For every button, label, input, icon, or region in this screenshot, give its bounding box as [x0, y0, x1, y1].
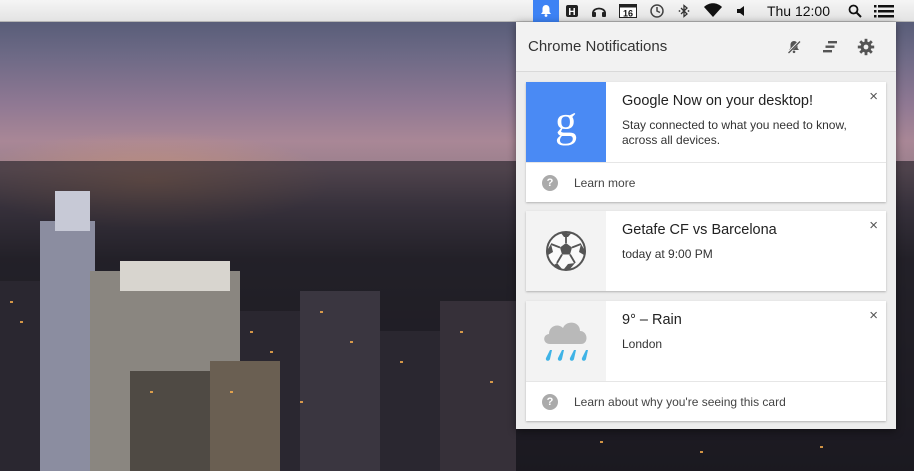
help-icon: ? [542, 393, 558, 410]
volume-icon[interactable] [729, 0, 755, 22]
panel-title: Chrome Notifications [528, 38, 668, 55]
learn-more-link[interactable]: Learn more [574, 176, 635, 190]
clear-all-icon[interactable] [812, 35, 848, 59]
wifi-icon[interactable] [697, 0, 729, 22]
card-title: 9° – Rain [622, 312, 682, 328]
notification-bell-icon[interactable] [532, 0, 559, 22]
app-h-icon[interactable]: H [559, 0, 585, 22]
mute-bell-icon[interactable] [776, 35, 812, 59]
card-text: Stay connected to what you need to know,… [622, 118, 847, 147]
spotlight-search-icon[interactable] [842, 0, 868, 22]
notification-card-weather[interactable]: 9° – Rain London × ? Learn about why you… [526, 301, 886, 421]
card-title: Getafe CF vs Barcelona [622, 222, 777, 238]
google-g-glyph: g [555, 97, 577, 146]
card-title: Google Now on your desktop! [622, 93, 814, 109]
soccer-ball-icon [526, 211, 606, 291]
settings-gear-icon[interactable] [848, 35, 884, 59]
calendar-date-text: 16 [623, 8, 633, 18]
card-text: today at 9:00 PM [622, 247, 713, 261]
notification-card-soccer[interactable]: Getafe CF vs Barcelona today at 9:00 PM … [526, 211, 886, 291]
notification-center-icon[interactable] [868, 0, 900, 22]
panel-header: Chrome Notifications [516, 22, 896, 72]
menu-bar: H 16 Thu 12:00 [0, 0, 914, 22]
bluetooth-icon[interactable] [671, 0, 697, 22]
svg-text:H: H [568, 7, 575, 18]
rain-cloud-icon [526, 301, 606, 381]
close-icon[interactable]: × [869, 308, 878, 324]
card-footer-learn-more[interactable]: ? Learn more [526, 162, 886, 202]
help-icon: ? [542, 174, 558, 191]
learn-why-link[interactable]: Learn about why you're seeing this card [574, 395, 786, 409]
calendar-icon[interactable]: 16 [613, 0, 643, 22]
card-text: London [622, 337, 663, 351]
card-footer-learn-why[interactable]: ? Learn about why you're seeing this car… [526, 381, 886, 421]
chrome-notifications-panel: Chrome Notifications g Google Now on you… [516, 22, 896, 429]
time-machine-icon[interactable] [643, 0, 671, 22]
menu-clock[interactable]: Thu 12:00 [755, 3, 842, 19]
headphones-icon[interactable] [585, 0, 613, 22]
close-icon[interactable]: × [869, 89, 878, 105]
notification-card-google-now[interactable]: g Google Now on your desktop! Stay conne… [526, 82, 886, 202]
google-g-icon: g [526, 82, 606, 162]
close-icon[interactable]: × [869, 218, 878, 234]
